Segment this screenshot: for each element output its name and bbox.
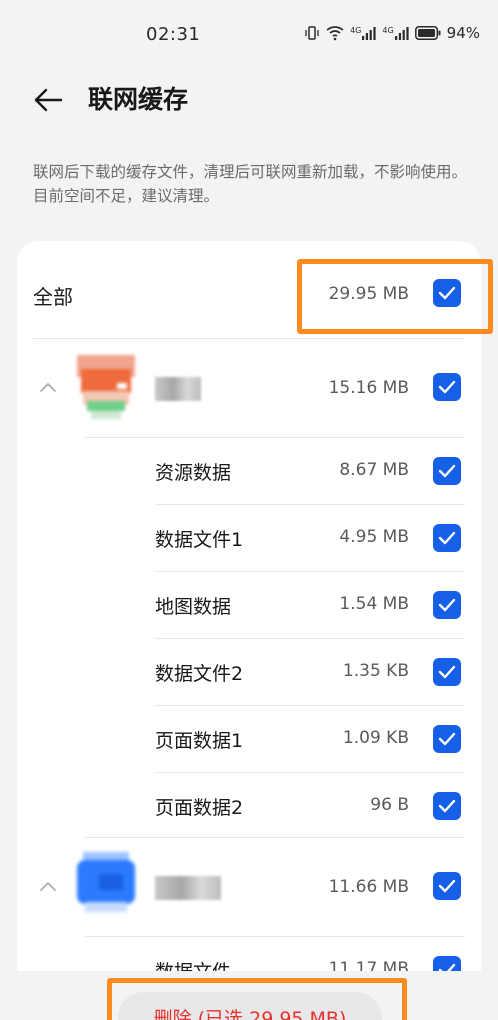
cache-item-row[interactable]: 页面数据2 96 B xyxy=(17,773,481,837)
cache-item-label: 页面数据2 xyxy=(155,797,244,819)
app-checkbox[interactable] xyxy=(433,373,461,401)
checkmark-icon xyxy=(438,665,456,679)
page-description: 联网后下载的缓存文件，清理后可联网重新加载，不影响使用。目前空间不足，建议清理。 xyxy=(33,163,468,205)
cache-item-checkbox[interactable] xyxy=(433,658,461,686)
select-all-size: 29.95 MB xyxy=(328,284,409,304)
cache-item-label: 数据文件2 xyxy=(155,663,244,685)
app-name-blurred xyxy=(155,876,221,900)
cache-item-row[interactable]: 数据文件1 4.95 MB xyxy=(17,505,481,571)
cache-item-row[interactable]: 地图数据 1.54 MB xyxy=(17,572,481,638)
cache-item-checkbox[interactable] xyxy=(433,792,461,820)
cache-item-row[interactable]: 数据文件2 1.35 KB xyxy=(17,639,481,705)
status-indicators: 4G 4G 94% xyxy=(304,24,480,42)
app-size: 15.16 MB xyxy=(328,378,409,398)
cache-item-size: 1.09 KB xyxy=(342,728,409,748)
battery-icon xyxy=(414,26,441,40)
header: 联网缓存 xyxy=(0,72,498,128)
app-icon-blurred xyxy=(77,852,135,912)
checkmark-icon xyxy=(438,380,456,394)
checkmark-icon xyxy=(438,286,456,300)
status-bar: 02:31 4G 4G 94% xyxy=(0,0,498,72)
page-title: 联网缓存 xyxy=(88,85,189,114)
cache-item-size: 96 B xyxy=(370,795,409,815)
checkmark-icon xyxy=(438,464,456,478)
cache-item-label: 资源数据 xyxy=(155,462,232,484)
checkmark-icon xyxy=(438,963,456,971)
chevron-up-icon[interactable] xyxy=(37,377,59,399)
network-type-1: 4G xyxy=(350,26,362,35)
cache-item-size: 4.95 MB xyxy=(339,527,409,547)
cache-item-size: 11.17 MB xyxy=(328,959,409,971)
battery-percent: 94% xyxy=(446,24,480,42)
cache-item-size: 1.54 MB xyxy=(339,594,409,614)
select-all-label: 全部 xyxy=(33,285,73,309)
back-button[interactable] xyxy=(28,82,68,118)
signal-icon-2: 4G xyxy=(382,26,409,40)
cache-item-label: 地图数据 xyxy=(155,596,232,618)
cache-item-checkbox[interactable] xyxy=(433,725,461,753)
arrow-left-icon xyxy=(34,88,63,112)
cache-item-label: 数据文件 xyxy=(155,957,231,971)
signal-icon-1: 4G xyxy=(350,26,376,40)
cache-item-size: 1.35 KB xyxy=(342,661,409,681)
network-type-2: 4G xyxy=(382,26,394,35)
cache-item-label: 页面数据1 xyxy=(155,730,244,752)
cache-list-card: 全部 29.95 MB 15.16 MB 资源数据 8.67 MB 数据文件1 … xyxy=(17,241,481,971)
checkmark-icon xyxy=(438,531,456,545)
checkmark-icon xyxy=(438,799,456,813)
checkmark-icon xyxy=(438,879,456,893)
select-all-row[interactable]: 全部 29.95 MB xyxy=(17,241,481,338)
cache-item-checkbox[interactable] xyxy=(433,524,461,552)
cache-item-label: 数据文件1 xyxy=(155,529,244,551)
cache-item-size: 8.67 MB xyxy=(339,460,409,480)
cache-item-row[interactable]: 数据文件 11.17 MB xyxy=(17,937,481,971)
checkmark-icon xyxy=(438,732,456,746)
app-size: 11.66 MB xyxy=(328,877,409,897)
status-time: 02:31 xyxy=(146,24,201,45)
cache-item-checkbox[interactable] xyxy=(433,457,461,485)
chevron-up-icon[interactable] xyxy=(37,876,59,898)
select-all-checkbox[interactable] xyxy=(433,279,461,307)
cache-item-checkbox[interactable] xyxy=(433,591,461,619)
cache-item-row[interactable]: 资源数据 8.67 MB xyxy=(17,438,481,504)
checkmark-icon xyxy=(438,598,456,612)
cache-item-checkbox[interactable] xyxy=(433,956,461,971)
wifi-icon xyxy=(326,25,344,41)
app-checkbox[interactable] xyxy=(433,872,461,900)
delete-button[interactable]: 删除 (已选 29.95 MB) xyxy=(118,992,382,1020)
vibrate-icon xyxy=(304,25,320,41)
app-name-blurred xyxy=(155,377,201,401)
app-group-row-1[interactable]: 15.16 MB xyxy=(17,339,481,437)
app-group-row-2[interactable]: 11.66 MB xyxy=(17,838,481,936)
cache-item-row[interactable]: 页面数据1 1.09 KB xyxy=(17,706,481,772)
app-icon-blurred xyxy=(77,355,135,419)
